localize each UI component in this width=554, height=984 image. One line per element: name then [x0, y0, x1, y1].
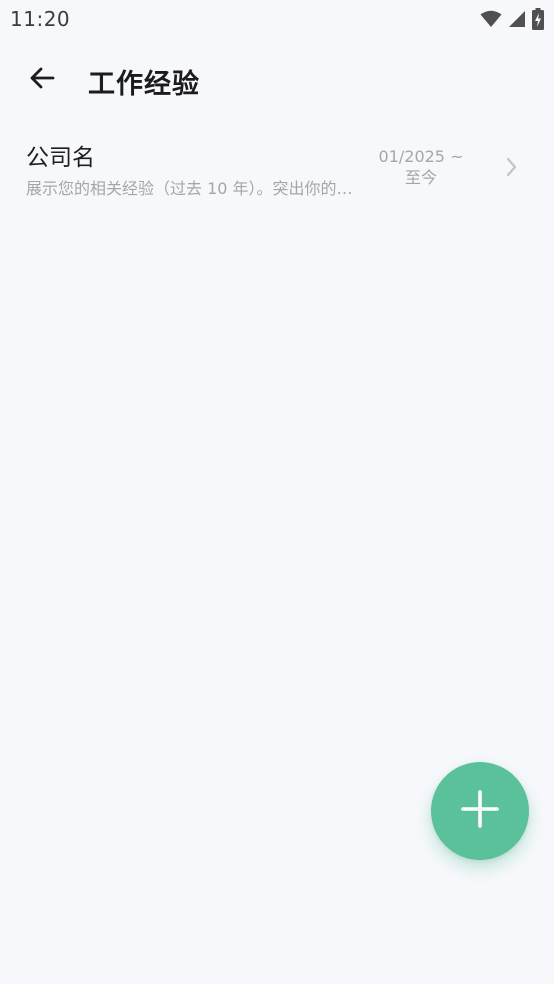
status-icons [480, 7, 544, 31]
status-time: 11:20 [10, 7, 71, 31]
battery-charging-icon [532, 8, 544, 30]
cellular-signal-icon [508, 10, 526, 28]
experience-list-item[interactable]: 公司名 展示您的相关经验（过去 10 年）。突出你的… 01/2025 ~ 至今 [0, 124, 554, 212]
work-experience-screen: 11:20 工作经验 公司名 展示您的相关经验（过去 10 年）。突出你的… 0… [0, 0, 554, 984]
date-range: 01/2025 ~ 至今 [366, 146, 476, 188]
company-name: 公司名 [26, 145, 95, 171]
add-experience-button[interactable] [431, 762, 529, 860]
plus-icon [460, 789, 500, 833]
date-range-start: 01/2025 ~ [378, 147, 464, 166]
wifi-icon [480, 10, 502, 28]
back-button[interactable] [20, 60, 64, 100]
status-bar: 11:20 [0, 0, 554, 38]
arrow-left-icon [28, 64, 56, 96]
chevron-right-icon [500, 156, 522, 178]
page-title: 工作经验 [88, 69, 200, 100]
date-range-end: 至今 [404, 168, 437, 187]
experience-description: 展示您的相关经验（过去 10 年）。突出你的… [26, 179, 353, 198]
app-bar: 工作经验 [0, 46, 554, 114]
